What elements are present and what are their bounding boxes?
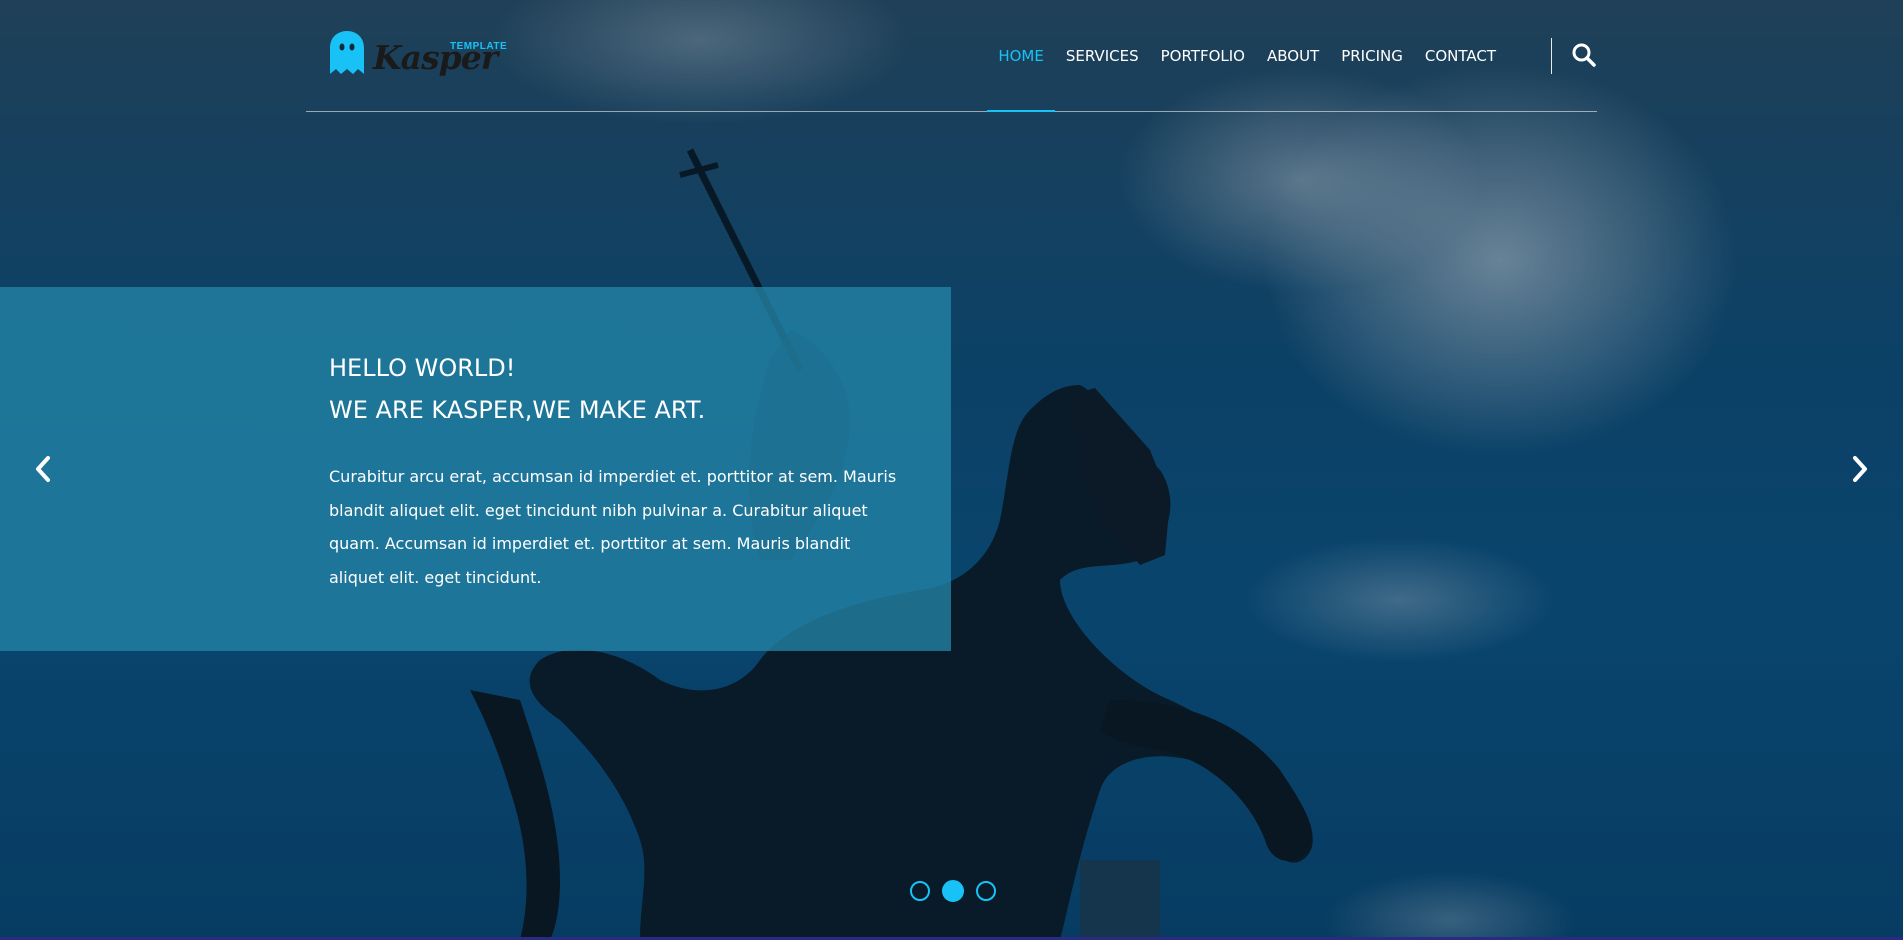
slider-bullet-1[interactable] bbox=[910, 881, 930, 901]
search-icon[interactable] bbox=[1571, 42, 1597, 68]
nav-item-about[interactable]: ABOUT bbox=[1256, 0, 1330, 111]
slider-bullets bbox=[910, 880, 996, 902]
slide-heading-line-2: WE ARE KASPER,WE MAKE ART. bbox=[329, 396, 706, 424]
hero-section: Kasper TEMPLATE HOME SERVICES PORTFOLIO … bbox=[0, 0, 1903, 940]
nav-item-pricing[interactable]: PRICING bbox=[1330, 0, 1414, 111]
nav-item-contact[interactable]: CONTACT bbox=[1414, 0, 1507, 111]
slide-caption-panel: HELLO WORLD! WE ARE KASPER,WE MAKE ART. … bbox=[0, 287, 951, 651]
slider-bullet-3[interactable] bbox=[976, 881, 996, 901]
chevron-right-icon[interactable] bbox=[1845, 452, 1873, 486]
brand-tagline: TEMPLATE bbox=[450, 41, 508, 52]
nav-item-home[interactable]: HOME bbox=[987, 0, 1055, 112]
slide-description: Curabitur arcu erat, accumsan id imperdi… bbox=[329, 467, 897, 587]
main-nav: HOME SERVICES PORTFOLIO ABOUT PRICING CO… bbox=[987, 0, 1507, 112]
chevron-left-icon[interactable] bbox=[30, 452, 58, 486]
nav-item-services[interactable]: SERVICES bbox=[1055, 0, 1150, 111]
nav-item-portfolio[interactable]: PORTFOLIO bbox=[1150, 0, 1256, 111]
slide-heading-line-1: HELLO WORLD! bbox=[329, 354, 516, 382]
nav-divider bbox=[1551, 38, 1552, 74]
ghost-logo-icon bbox=[330, 31, 364, 74]
slide-heading: HELLO WORLD! WE ARE KASPER,WE MAKE ART. bbox=[329, 347, 929, 431]
slider-bullet-2[interactable] bbox=[942, 880, 964, 902]
site-header: Kasper TEMPLATE HOME SERVICES PORTFOLIO … bbox=[306, 0, 1597, 112]
brand-logo[interactable]: Kasper TEMPLATE bbox=[328, 28, 507, 84]
